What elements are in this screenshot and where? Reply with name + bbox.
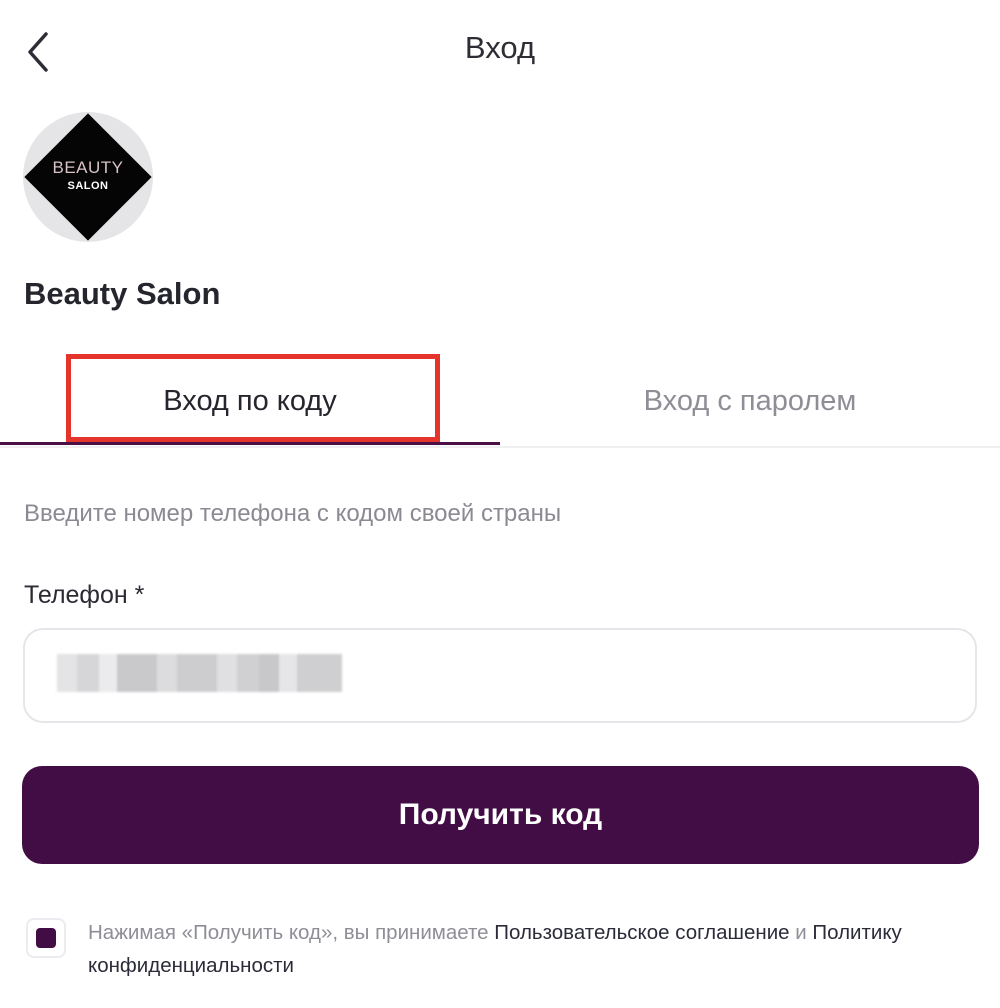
header: Вход (0, 0, 1000, 104)
logo-text-beauty: BEAUTY (52, 158, 124, 177)
consent-checkbox[interactable] (26, 918, 66, 958)
consent-prefix: Нажимая «Получить код», вы принимаете (88, 921, 495, 944)
phone-hint: Введите номер телефона с кодом своей стр… (24, 500, 562, 527)
get-code-button[interactable]: Получить код (22, 766, 979, 864)
page-title: Вход (464, 30, 536, 65)
consent-text: Нажимая «Получить код», вы принимаете По… (88, 916, 968, 982)
phone-value-obscured (57, 654, 342, 692)
salon-logo: BEAUTY SALON (23, 112, 153, 242)
consent-conjunction: и (789, 921, 813, 944)
phone-label: Телефон * (24, 581, 145, 609)
user-agreement-link[interactable]: Пользовательское соглашение (494, 921, 789, 944)
salon-name: Beauty Salon (24, 276, 221, 311)
checkbox-checked-mark (36, 928, 56, 948)
tab-login-by-code[interactable]: Вход по коду (0, 356, 500, 446)
active-tab-indicator (0, 442, 500, 445)
logo-text-salon: SALON (67, 180, 109, 192)
tab-login-with-password[interactable]: Вход с паролем (500, 356, 1000, 446)
phone-input[interactable] (23, 628, 977, 723)
login-tabs: Вход по коду Вход с паролем (0, 356, 1000, 448)
